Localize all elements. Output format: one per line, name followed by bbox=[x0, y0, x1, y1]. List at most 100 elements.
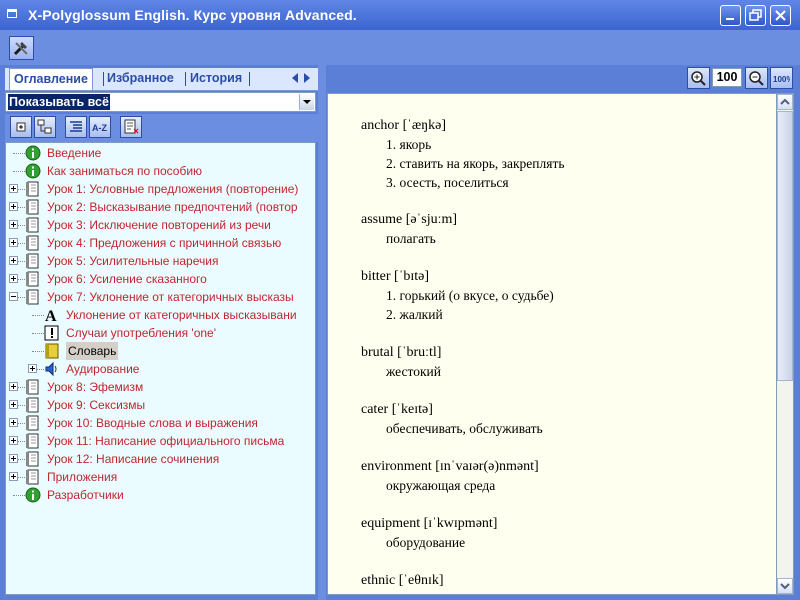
app-icon bbox=[7, 9, 17, 18]
tab-scroll-right-icon[interactable] bbox=[304, 73, 310, 83]
vocabulary-entry: bitter [ˈbɪtə] 1. горький (о вкусе, о суд… bbox=[361, 267, 554, 324]
tree-item-label: Урок 8: Эфемизм bbox=[47, 380, 144, 394]
restore-icon bbox=[749, 9, 762, 21]
tree-item[interactable]: Разработчики bbox=[6, 486, 315, 504]
bookmark-add-button[interactable] bbox=[120, 116, 142, 138]
list-view-button[interactable] bbox=[65, 116, 87, 138]
expand-icon[interactable] bbox=[9, 400, 18, 409]
tree-item-label: Урок 9: Сексизмы bbox=[47, 398, 146, 412]
tree-item[interactable]: Аудирование bbox=[6, 360, 315, 378]
tree-item-label: Введение bbox=[47, 146, 102, 160]
svg-text:100%: 100% bbox=[773, 75, 790, 84]
panel-splitter[interactable] bbox=[318, 65, 326, 600]
filter-value: Показывать всё bbox=[8, 94, 110, 110]
vocabulary-definition: оборудование bbox=[386, 535, 466, 550]
tab-scroll-left-icon[interactable] bbox=[292, 73, 298, 83]
vocabulary-definition: 1. горький (о вкусе, о судьбе) bbox=[386, 288, 554, 303]
expand-icon[interactable] bbox=[9, 220, 18, 229]
tree-connector bbox=[32, 351, 44, 352]
tree-connector bbox=[32, 315, 44, 316]
tree-item-label: Как заниматься по пособию bbox=[47, 164, 203, 178]
tree-item[interactable]: Урок 7: Уклонение от категоричных высказ… bbox=[6, 288, 315, 306]
expand-icon[interactable] bbox=[28, 364, 37, 373]
expand-icon[interactable] bbox=[9, 274, 18, 283]
expand-icon[interactable] bbox=[9, 256, 18, 265]
expand-icon[interactable] bbox=[9, 238, 18, 247]
tree-item[interactable]: Введение bbox=[6, 144, 315, 162]
chevron-up-icon bbox=[780, 98, 790, 105]
title-bar: X-Polyglossum English. Курс уровня Advan… bbox=[0, 0, 800, 30]
expand-icon[interactable] bbox=[9, 184, 18, 193]
chevron-down-icon[interactable] bbox=[299, 94, 314, 110]
tab-favorites[interactable]: Избранное bbox=[107, 68, 174, 89]
expand-icon[interactable] bbox=[9, 202, 18, 211]
tree-connector bbox=[32, 333, 44, 334]
tree-item[interactable]: Урок 1: Условные предложения (повторение… bbox=[6, 180, 315, 198]
tree-item-label: Разработчики bbox=[47, 488, 124, 502]
tab-divider bbox=[185, 72, 186, 86]
expand-icon[interactable] bbox=[9, 382, 18, 391]
vocabulary-word: assume [əˈsjuːm] bbox=[361, 212, 458, 227]
tree-item[interactable]: Урок 2: Высказывание предпочтений (повто… bbox=[6, 198, 315, 216]
maximize-button[interactable] bbox=[745, 5, 766, 26]
tree-item[interactable]: Урок 6: Усиление сказанного bbox=[6, 270, 315, 288]
tree-item[interactable]: Урок 3: Исключение повторений из речи bbox=[6, 216, 315, 234]
tab-history[interactable]: История bbox=[190, 68, 242, 89]
tools-button[interactable] bbox=[9, 36, 34, 60]
tree-item-label: Уклонение от категоричных высказывани bbox=[66, 308, 297, 322]
tree-item[interactable]: Урок 9: Сексизмы bbox=[6, 396, 315, 414]
scroll-thumb[interactable] bbox=[777, 111, 793, 381]
tab-divider bbox=[249, 72, 250, 86]
expand-icon[interactable] bbox=[9, 436, 18, 445]
tree-item[interactable]: Урок 10: Вводные слова и выражения bbox=[6, 414, 315, 432]
expand-icon[interactable] bbox=[9, 472, 18, 481]
contents-tree: Введение Как заниматься по пособию Урок 1:… bbox=[5, 142, 316, 595]
list-view-icon bbox=[70, 121, 82, 132]
tree-item-label: Урок 11: Написание официального письма bbox=[47, 434, 285, 448]
tree-item[interactable]: Случаи употребления 'one' bbox=[6, 324, 315, 342]
tree-item-label: Урок 12: Написание сочинения bbox=[47, 452, 220, 466]
vocabulary-content: anchor [ˈæŋkə] 1. якорь 2. ставить на якор… bbox=[327, 93, 777, 595]
tree-item[interactable]: Словарь bbox=[6, 342, 315, 360]
tree-item[interactable]: Урок 5: Усилительные наречия bbox=[6, 252, 315, 270]
vocabulary-entry: environment [ɪnˈvaɪər(ə)nmənt] окружающая… bbox=[361, 457, 539, 495]
zoom-level[interactable]: 100 bbox=[712, 68, 742, 87]
filter-dropdown[interactable]: Показывать всё bbox=[5, 92, 316, 112]
collapse-icon[interactable] bbox=[9, 292, 18, 301]
tab-divider bbox=[103, 72, 104, 86]
vocabulary-definition: обеспечивать, обслуживать bbox=[386, 421, 543, 436]
zoom-reset-button[interactable]: 100% bbox=[770, 67, 793, 89]
tree-item-label: Урок 3: Исключение повторений из речи bbox=[47, 218, 271, 232]
tree-item[interactable]: A Уклонение от категоричных высказывани bbox=[6, 306, 315, 325]
zoom-out-icon bbox=[749, 71, 764, 86]
tree-view-button[interactable] bbox=[34, 116, 56, 138]
tree-item-label: Урок 4: Предложения с причинной связью bbox=[47, 236, 282, 250]
scroll-up-button[interactable] bbox=[777, 94, 793, 110]
bookmark-add-icon bbox=[124, 119, 139, 134]
close-button[interactable] bbox=[770, 5, 791, 26]
expand-icon[interactable] bbox=[9, 454, 18, 463]
zoom-out-button[interactable] bbox=[745, 67, 768, 89]
expand-all-button[interactable] bbox=[10, 116, 32, 138]
content-scrollbar[interactable] bbox=[776, 93, 794, 595]
tree-item[interactable]: Урок 8: Эфемизм bbox=[6, 378, 315, 396]
tab-contents[interactable]: Оглавление bbox=[9, 68, 93, 90]
sort-az-button[interactable]: A-Z bbox=[89, 116, 111, 138]
tree-item[interactable]: Урок 4: Предложения с причинной связью bbox=[6, 234, 315, 252]
vocabulary-definition: 2. жалкий bbox=[386, 307, 443, 322]
vocabulary-word: cater [ˈkeɪtə] bbox=[361, 402, 433, 417]
tree-item[interactable]: Урок 11: Написание официального письма bbox=[6, 432, 315, 450]
tree-item-label: Урок 5: Усилительные наречия bbox=[47, 254, 219, 268]
tree-item-label: Приложения bbox=[47, 470, 118, 484]
vocabulary-word: environment [ɪnˈvaɪər(ə)nmənt] bbox=[361, 459, 539, 474]
tree-item[interactable]: Урок 12: Написание сочинения bbox=[6, 450, 315, 468]
tree-item[interactable]: Как заниматься по пособию bbox=[6, 162, 315, 180]
minimize-button[interactable] bbox=[720, 5, 741, 26]
expand-icon[interactable] bbox=[9, 418, 18, 427]
vocabulary-entry: equipment [ɪˈkwɪpmənt] оборудование bbox=[361, 514, 497, 552]
zoom-in-button[interactable] bbox=[687, 67, 710, 89]
tree-item[interactable]: Приложения bbox=[6, 468, 315, 486]
vocabulary-entry: brutal [ˈbruːtl] жестокий bbox=[361, 343, 441, 381]
scroll-down-button[interactable] bbox=[777, 578, 793, 594]
tree-item-label: Словарь bbox=[66, 342, 119, 360]
